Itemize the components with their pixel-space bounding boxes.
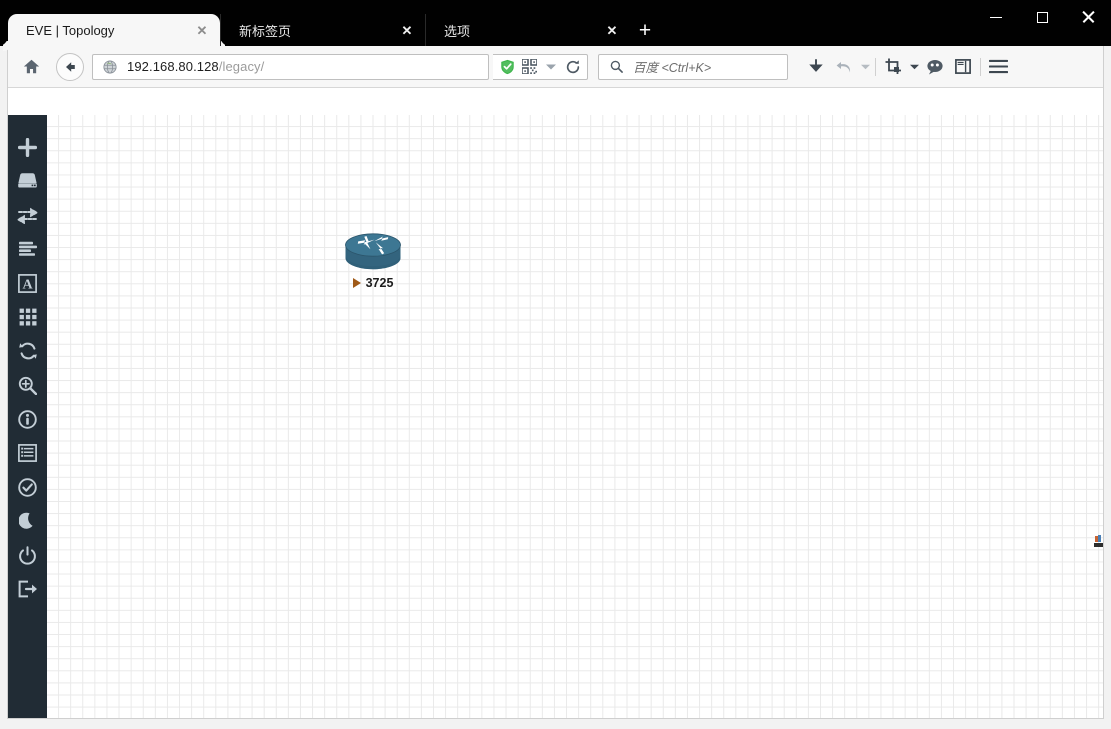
nodes-button[interactable] [8, 164, 47, 198]
window-border-bottom [7, 718, 1104, 719]
tab-label: EVE | Topology [26, 22, 115, 38]
new-tab-button[interactable]: + [630, 14, 660, 46]
node-name-text: 3725 [365, 276, 394, 290]
tab-close-icon[interactable]: ✕ [399, 22, 415, 38]
download-arrow-icon[interactable] [802, 53, 830, 81]
search-bar[interactable]: 百度 <Ctrl+K> [598, 53, 788, 80]
url-path: /legacy/ [218, 59, 265, 74]
url-host: 192.168.80.128 [127, 59, 219, 74]
close-button[interactable] [1065, 0, 1111, 34]
svg-text:A: A [22, 277, 33, 292]
canvas-right-edge-artifact [1094, 535, 1103, 557]
info-circle-icon[interactable] [8, 402, 47, 436]
tab-close-icon[interactable]: ✕ [194, 22, 210, 38]
address-bar[interactable]: 192.168.80.128/legacy/ [92, 53, 489, 80]
artifact-mark-blue [1098, 535, 1101, 542]
eve-sidebar: A [8, 115, 47, 718]
magnifier-plus-icon[interactable] [8, 368, 47, 402]
undo-arrow-icon[interactable] [830, 53, 858, 81]
tab-label: 选项 [444, 23, 471, 39]
navigation-toolbar: 192.168.80.128/legacy/ 百度 <Ctrl+K> [8, 46, 1103, 88]
tab-close-icon[interactable]: ✕ [604, 22, 620, 38]
tab-options[interactable]: 选项 ✕ [425, 14, 630, 46]
power-icon[interactable] [8, 538, 47, 572]
networks-button[interactable] [8, 198, 47, 232]
add-object-button[interactable] [8, 130, 47, 164]
address-bar-actions [493, 53, 588, 80]
moon-icon[interactable] [8, 504, 47, 538]
speech-bubble-icon[interactable] [921, 53, 949, 81]
window-border-right [1103, 46, 1104, 718]
window-controls [973, 0, 1111, 34]
router-node[interactable]: 3725 [337, 232, 409, 290]
check-circle-icon[interactable] [8, 470, 47, 504]
page-content: A 3725 [8, 88, 1103, 718]
tab-strip: EVE | Topology ✕ 新标签页 ✕ 选项 ✕ + [8, 14, 660, 46]
search-icon [605, 56, 627, 78]
chevron-down-icon[interactable] [907, 53, 921, 81]
titlebar: EVE | Topology ✕ 新标签页 ✕ 选项 ✕ + [0, 0, 1111, 46]
toolbar-divider [980, 57, 981, 76]
startup-configs-button[interactable] [8, 232, 47, 266]
panel-icon[interactable] [949, 53, 977, 81]
back-button[interactable] [56, 52, 84, 81]
maximize-button[interactable] [1019, 0, 1065, 34]
tab-new-page[interactable]: 新标签页 ✕ [220, 14, 425, 46]
chevron-down-icon[interactable] [858, 53, 872, 81]
logs-button[interactable] [8, 436, 47, 470]
search-placeholder: 百度 <Ctrl+K> [633, 61, 712, 75]
toolbar-actions [802, 53, 1012, 81]
chevron-down-icon[interactable] [540, 56, 562, 78]
browser-window: EVE | Topology ✕ 新标签页 ✕ 选项 ✕ + 192.168.8… [0, 0, 1111, 729]
url-text: 192.168.80.128/legacy/ [127, 59, 264, 74]
tab-eve-topology[interactable]: EVE | Topology ✕ [8, 14, 220, 46]
green-shield-icon[interactable] [496, 56, 518, 78]
crop-icon[interactable] [879, 53, 907, 81]
page-top-strip [8, 88, 1103, 115]
artifact-bar [1094, 543, 1103, 547]
minimize-button[interactable] [973, 0, 1019, 34]
window-frame-bottom [0, 718, 1111, 729]
logout-icon[interactable] [8, 572, 47, 606]
hamburger-menu-icon[interactable] [984, 53, 1012, 81]
cisco-router-icon [345, 233, 401, 270]
globe-icon [99, 56, 121, 78]
home-icon[interactable] [16, 54, 46, 80]
toolbar-divider [875, 57, 876, 76]
refresh-button[interactable] [8, 334, 47, 368]
node-label: 3725 [352, 276, 394, 290]
more-actions-button[interactable] [8, 300, 47, 334]
window-frame-right [1103, 46, 1111, 729]
tab-label: 新标签页 [239, 23, 292, 39]
topology-canvas[interactable]: 3725 [47, 115, 1103, 718]
qr-code-icon[interactable] [518, 56, 540, 78]
text-objects-button[interactable]: A [8, 266, 47, 300]
reload-icon[interactable] [562, 56, 584, 78]
node-running-icon [352, 278, 361, 288]
